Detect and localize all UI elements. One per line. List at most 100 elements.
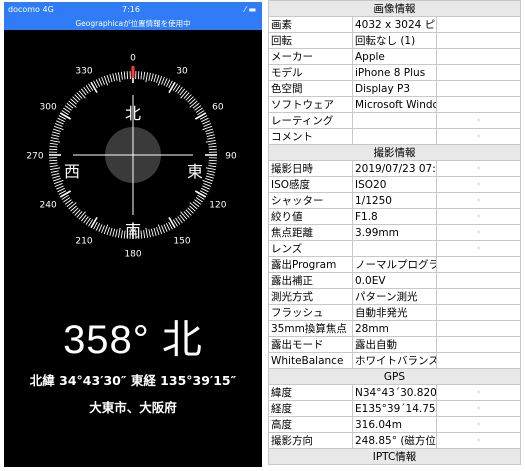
section-title: 撮影情報 bbox=[268, 144, 521, 161]
compass-tick bbox=[101, 225, 105, 234]
property-row[interactable]: 緯度 N34°43´30.820˝ ◦ bbox=[268, 384, 521, 401]
property-value[interactable]: ISO20 bbox=[352, 176, 437, 193]
property-row[interactable]: ISO感度 ISO20 ◦ bbox=[268, 176, 521, 193]
status-bar: docomo 4G 7:16 ⁄ ▬ bbox=[4, 2, 262, 18]
property-row[interactable]: レンズ ◦ bbox=[268, 240, 521, 257]
property-value[interactable]: Microsoft Windows Photo V bbox=[352, 96, 437, 113]
property-row[interactable]: 色空間 Display P3 bbox=[268, 80, 521, 97]
property-row[interactable]: フラッシュ 自動非発光 bbox=[268, 304, 521, 321]
property-value[interactable]: パターン測光 bbox=[352, 288, 437, 305]
property-value[interactable]: E135°39´14.750˝ bbox=[352, 400, 437, 417]
compass-tick bbox=[68, 202, 77, 210]
compass-tick bbox=[206, 172, 215, 176]
property-row[interactable]: モデル iPhone 8 Plus bbox=[268, 64, 521, 81]
property-value[interactable]: ホワイトバランス自動 bbox=[352, 352, 437, 369]
property-row[interactable]: メーカー Apple bbox=[268, 48, 521, 65]
property-row[interactable]: 撮影日時2019/07/23 07:17:33◦ bbox=[268, 160, 521, 177]
property-value[interactable] bbox=[352, 128, 437, 145]
compass-tick bbox=[205, 128, 214, 132]
property-row[interactable]: 35mm換算焦点 28mm bbox=[268, 320, 521, 337]
property-value[interactable]: 316.04m bbox=[352, 416, 437, 433]
compass-tick bbox=[49, 159, 58, 162]
property-key: 露出モード bbox=[268, 336, 353, 353]
compass-tick bbox=[120, 71, 123, 80]
property-row[interactable]: コメント ◦ bbox=[268, 128, 521, 145]
property-row[interactable]: 露出補正 0.0EV bbox=[268, 272, 521, 289]
property-value[interactable]: Display P3 bbox=[352, 80, 437, 97]
compass-tick bbox=[180, 211, 188, 220]
property-value[interactable]: N34°43´30.820˝ bbox=[352, 384, 437, 401]
edit-marker-icon bbox=[436, 64, 521, 81]
compass-tick bbox=[205, 139, 216, 143]
location-in-use-banner[interactable]: Geographicaが位置情報を使用中 bbox=[4, 18, 262, 30]
compass-tick bbox=[51, 134, 60, 138]
compass-tick bbox=[49, 148, 58, 151]
section-header: GPS bbox=[268, 368, 521, 385]
property-row[interactable]: WhiteBalanceホワイトバランス自動 bbox=[268, 352, 521, 369]
compass-tick bbox=[205, 178, 214, 182]
property-value[interactable]: 0.0EV bbox=[352, 272, 437, 289]
compass-tick bbox=[189, 100, 198, 108]
compass-tick bbox=[194, 190, 207, 198]
property-row[interactable]: 露出Programノーマルプログラム bbox=[268, 256, 521, 273]
compass-tick bbox=[51, 172, 60, 176]
property-key: 35mm換算焦点 bbox=[268, 320, 353, 337]
property-key: WhiteBalance bbox=[268, 352, 353, 369]
property-value[interactable]: 3.99mm bbox=[352, 224, 437, 241]
compass-tick bbox=[112, 73, 116, 82]
compass-tick bbox=[52, 178, 61, 182]
edit-marker-icon: ◦ bbox=[436, 128, 521, 145]
compass-tick bbox=[168, 216, 176, 229]
property-value[interactable]: 露出自動 bbox=[352, 336, 437, 353]
edit-marker-icon: ◦ bbox=[436, 400, 521, 417]
edit-marker-icon bbox=[436, 96, 521, 113]
edit-marker-icon: ◦ bbox=[436, 176, 521, 193]
cardinal-east: 東 bbox=[187, 162, 203, 181]
property-value[interactable]: Apple bbox=[352, 48, 437, 65]
property-row[interactable]: ソフトウェアMicrosoft Windows Photo V bbox=[268, 96, 521, 113]
edit-marker-icon: ◦ bbox=[436, 192, 521, 209]
property-value[interactable]: 4032 x 3024 ピクセル bbox=[352, 16, 437, 33]
compass-tick bbox=[163, 78, 168, 86]
compass-tick bbox=[49, 162, 58, 165]
property-value[interactable]: 248.85° (磁方位) bbox=[352, 432, 437, 449]
property-value[interactable]: 自動非発光 bbox=[352, 304, 437, 321]
compass-tick bbox=[57, 187, 65, 193]
property-value[interactable]: 1/1250 bbox=[352, 192, 437, 209]
compass-tick bbox=[153, 227, 157, 236]
degree-label: 210 bbox=[75, 236, 92, 246]
compass-tick bbox=[117, 72, 121, 83]
property-row[interactable]: 撮影方向 248.85° (磁方位) ◦ bbox=[268, 432, 521, 449]
property-value[interactable] bbox=[352, 240, 437, 257]
property-row[interactable]: シャッター 1/1250 ◦ bbox=[268, 192, 521, 209]
degree-label: 300 bbox=[40, 103, 57, 113]
property-row[interactable]: 測光方式 パターン測光 bbox=[268, 288, 521, 305]
property-row[interactable]: 焦点距離 3.99mm ◦ bbox=[268, 224, 521, 241]
property-row[interactable]: レーティング ◦ bbox=[268, 112, 521, 129]
property-row[interactable]: 露出モード 露出自動 bbox=[268, 336, 521, 353]
cardinal-south: 南 bbox=[125, 221, 141, 240]
compass-tick bbox=[115, 72, 118, 81]
compass-tick bbox=[153, 74, 157, 83]
property-value[interactable]: 回転なし (1) bbox=[352, 32, 437, 49]
property-value[interactable]: 2019/07/23 07:17:33 bbox=[352, 160, 437, 177]
property-row[interactable]: 絞り値 F1.8 ◦ bbox=[268, 208, 521, 225]
property-key: シャッター bbox=[268, 192, 353, 209]
property-row[interactable]: 回転 回転なし (1) bbox=[268, 32, 521, 49]
compass-tick bbox=[201, 117, 209, 123]
compass-tick bbox=[90, 216, 98, 229]
property-row[interactable]: 高度 316.04m ◦ bbox=[268, 416, 521, 433]
compass-tick bbox=[161, 76, 165, 85]
compass-tick bbox=[98, 224, 103, 232]
compass-tick bbox=[150, 228, 154, 237]
property-value[interactable]: 28mm bbox=[352, 320, 437, 337]
edit-marker-icon: ◦ bbox=[436, 160, 521, 177]
property-value[interactable]: ノーマルプログラム bbox=[352, 256, 437, 273]
property-value[interactable]: iPhone 8 Plus bbox=[352, 64, 437, 81]
property-row[interactable]: 経度E135°39´14.750˝◦ bbox=[268, 400, 521, 417]
compass-tick bbox=[49, 145, 58, 148]
property-key: フラッシュ bbox=[268, 304, 353, 321]
property-row[interactable]: 画素4032 x 3024 ピクセル bbox=[268, 16, 521, 33]
property-value[interactable]: F1.8 bbox=[352, 208, 437, 225]
property-value[interactable] bbox=[352, 112, 437, 129]
